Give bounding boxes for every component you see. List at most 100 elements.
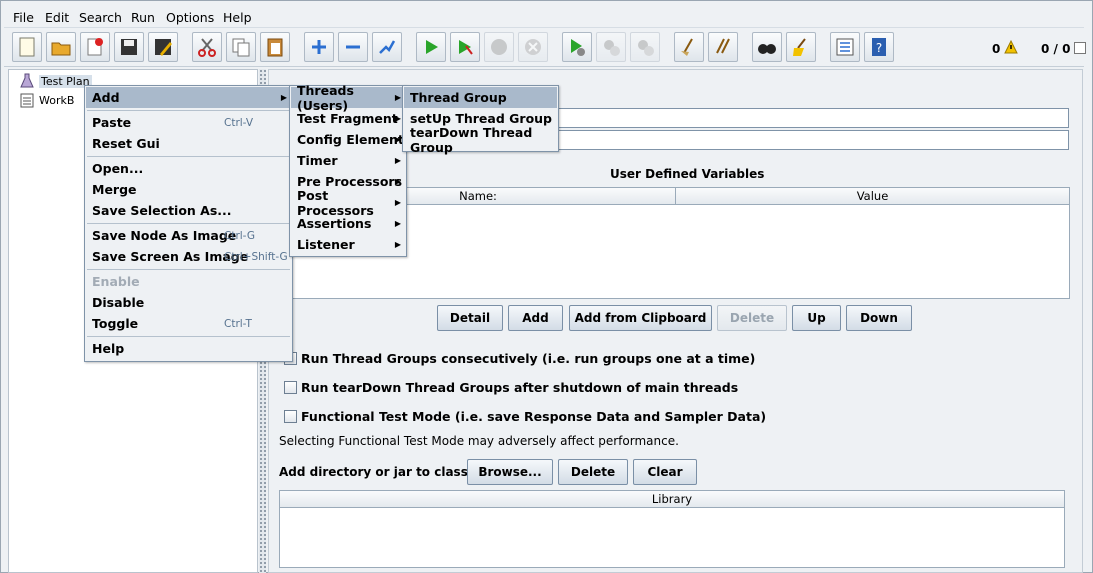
paste-button[interactable] [260, 32, 290, 62]
collapse-all-button[interactable] [338, 32, 368, 62]
function-helper-button[interactable] [830, 32, 860, 62]
menu-item-assertions[interactable]: Assertions ▶ [291, 213, 405, 234]
menu-item-paste[interactable]: Paste Ctrl-V [86, 112, 291, 133]
help-button[interactable]: ? [864, 32, 894, 62]
menu-item-test-fragment[interactable]: Test Fragment ▶ [291, 108, 405, 129]
copy-button[interactable] [226, 32, 256, 62]
menu-item-label: Paste [92, 115, 132, 130]
menu-item-label: Add [92, 90, 120, 105]
menu-item-label: tearDown Thread Group [410, 124, 533, 155]
delete-button[interactable]: Delete [717, 305, 787, 331]
menu-edit[interactable]: Edit [45, 10, 69, 25]
menu-help[interactable]: Help [223, 10, 252, 25]
save-icon [121, 39, 137, 55]
toggle-button[interactable] [372, 32, 402, 62]
stop-button[interactable] [484, 32, 514, 62]
save-as-icon [155, 39, 172, 56]
menu-item-open[interactable]: Open... [86, 158, 291, 179]
menu-shortcut: Ctrl-G [224, 229, 255, 242]
menu-item-disable[interactable]: Disable [86, 292, 291, 313]
start-no-pause-button[interactable] [450, 32, 480, 62]
menu-item-save-node-as-image[interactable]: Save Node As Image Ctrl-G [86, 225, 291, 246]
save-as-button[interactable] [148, 32, 178, 62]
menu-options[interactable]: Options [166, 10, 214, 25]
paste-icon [267, 38, 283, 57]
new-icon [19, 37, 35, 57]
functional-test-mode-option[interactable]: Functional Test Mode (i.e. save Response… [284, 409, 766, 424]
menu-item-enable[interactable]: Enable [86, 271, 291, 292]
remote-start-button[interactable] [562, 32, 592, 62]
menu-item-save-selection-as[interactable]: Save Selection As... [86, 200, 291, 221]
start-icon [426, 40, 438, 54]
warning-icon[interactable] [1004, 40, 1018, 54]
expand-all-button[interactable] [304, 32, 334, 62]
checkbox-label: Functional Test Mode (i.e. save Response… [301, 409, 767, 424]
menu-item-config-element[interactable]: Config Element ▶ [291, 129, 405, 150]
column-library[interactable]: Library [280, 491, 1064, 507]
menu-separator [87, 269, 290, 270]
reset-search-icon [793, 38, 806, 56]
menu-shortcut: Ctrl-V [224, 116, 254, 129]
menu-item-toggle[interactable]: Toggle Ctrl-T [86, 313, 291, 334]
browse-button[interactable]: Browse... [467, 459, 553, 485]
menu-item-label: Reset Gui [92, 136, 160, 151]
menu-item-merge[interactable]: Merge [86, 179, 291, 200]
shutdown-icon [525, 39, 541, 55]
submenu-arrow-icon: ▶ [394, 198, 401, 207]
menu-item-add[interactable]: Add ▶ [86, 87, 291, 108]
remote-shutdown-icon [638, 40, 654, 56]
menu-item-save-screen-as-image[interactable]: Save Screen As Image Ctrl+Shift-G [86, 246, 291, 267]
menu-item-reset-gui[interactable]: Reset Gui [86, 133, 291, 154]
save-button[interactable] [114, 32, 144, 62]
classpath-delete-button[interactable]: Delete [558, 459, 628, 485]
down-button[interactable]: Down [846, 305, 912, 331]
clear-all-button[interactable] [708, 32, 738, 62]
menu-item-threads[interactable]: Threads (Users) ▶ [291, 83, 405, 113]
menu-item-timer[interactable]: Timer ▶ [291, 150, 405, 171]
add-button[interactable]: Add [508, 305, 563, 331]
submenu-arrow-icon: ▶ [280, 93, 287, 102]
run-consecutively-option[interactable]: Run Thread Groups consecutively (i.e. ru… [284, 351, 755, 366]
tree-node-test-plan[interactable]: Test Plan [19, 72, 92, 90]
detail-button[interactable]: Detail [437, 305, 503, 331]
remote-stop-button[interactable] [596, 32, 626, 62]
checkbox[interactable] [284, 381, 297, 394]
copy-icon [232, 38, 250, 57]
menu-run[interactable]: Run [131, 10, 155, 25]
cut-button[interactable] [192, 32, 222, 62]
clear-button[interactable]: Clear [633, 459, 697, 485]
up-button[interactable]: Up [792, 305, 841, 331]
close-button[interactable] [80, 32, 110, 62]
collapse-icon [346, 45, 360, 49]
menu-separator [87, 156, 290, 157]
menu-item-thread-group[interactable]: Thread Group [404, 87, 557, 108]
teardown-after-shutdown-option[interactable]: Run tearDown Thread Groups after shutdow… [284, 380, 738, 395]
search-button[interactable] [752, 32, 782, 62]
menu-shortcut: Ctrl-T [224, 317, 252, 330]
remote-shutdown-button[interactable] [630, 32, 660, 62]
menu-item-listener[interactable]: Listener ▶ [291, 234, 405, 255]
menu-item-post-processors[interactable]: Post Processors ▶ [291, 188, 405, 218]
column-value[interactable]: Value [676, 188, 1069, 204]
menu-shortcut: Ctrl+Shift-G [224, 250, 288, 263]
checkbox[interactable] [284, 410, 297, 423]
library-table[interactable]: Library [279, 490, 1065, 568]
menu-item-help[interactable]: Help [86, 338, 291, 359]
tree-node-workbench[interactable]: WorkB [19, 91, 74, 109]
toolbar: ? 0 0 / 0 [4, 29, 1086, 67]
menu-item-teardown-thread-group[interactable]: tearDown Thread Group [404, 125, 557, 155]
menu-search[interactable]: Search [79, 10, 122, 25]
shutdown-button[interactable] [518, 32, 548, 62]
start-button[interactable] [416, 32, 446, 62]
add-from-clipboard-button[interactable]: Add from Clipboard [569, 305, 712, 331]
submenu-arrow-icon: ▶ [394, 240, 401, 249]
clear-button[interactable] [674, 32, 704, 62]
menu-file[interactable]: File [13, 10, 34, 25]
new-button[interactable] [12, 32, 42, 62]
open-button[interactable] [46, 32, 76, 62]
expand-icon [312, 40, 326, 54]
menu-item-label: Toggle [92, 316, 139, 331]
clear-all-icon [716, 38, 730, 54]
reset-search-button[interactable] [786, 32, 816, 62]
menu-item-label: Assertions [297, 216, 372, 231]
